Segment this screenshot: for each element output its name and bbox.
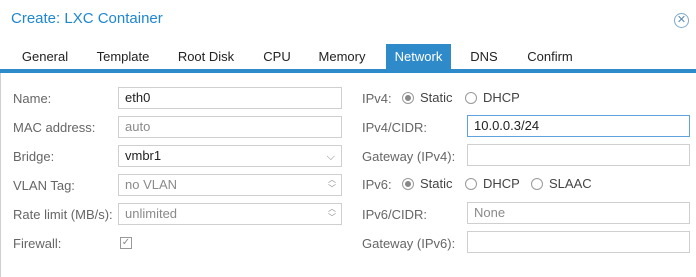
ipv6-slaac-label: SLAAC: [549, 176, 592, 191]
ipv6-static-label: Static: [420, 176, 453, 191]
create-lxc-dialog: Create: LXC Container ✕ General Template…: [0, 0, 696, 277]
chevron-down-icon[interactable]: ⌵: [327, 149, 335, 165]
close-icon[interactable]: ✕: [674, 13, 689, 28]
ipv6-label: IPv6:: [362, 177, 392, 192]
tab-memory[interactable]: Memory: [310, 44, 374, 69]
ipv6-cidr-input[interactable]: None: [467, 202, 690, 224]
vlan-tag-input[interactable]: no VLAN ︿ ﹀: [118, 174, 342, 196]
rate-limit-placeholder: unlimited: [125, 206, 178, 221]
title-bar[interactable]: Create: LXC Container ✕: [0, 0, 696, 38]
name-label: Name:: [13, 91, 52, 106]
ipv4-dhcp-label: DHCP: [483, 90, 520, 105]
ipv6-dhcp-radio[interactable]: [465, 178, 477, 190]
name-input[interactable]: eth0: [118, 87, 342, 109]
gateway-ipv4-label: Gateway (IPv4):: [362, 149, 456, 164]
tab-template[interactable]: Template: [86, 44, 160, 69]
tab-general[interactable]: General: [12, 44, 78, 69]
tab-network[interactable]: Network: [386, 44, 451, 69]
ipv4-dhcp-radio[interactable]: [465, 92, 477, 104]
ipv4-cidr-label: IPv4/CIDR:: [362, 120, 428, 135]
tab-cpu[interactable]: CPU: [252, 44, 302, 69]
firewall-label: Firewall:: [13, 236, 62, 251]
dialog-title: Create: LXC Container: [11, 10, 163, 27]
gateway-ipv4-input[interactable]: [467, 144, 690, 166]
bridge-value: vmbr1: [125, 148, 162, 163]
tab-bar: General Template Root Disk CPU Memory Ne…: [0, 42, 696, 69]
mac-address-input[interactable]: auto: [118, 116, 342, 138]
bridge-label: Bridge:: [13, 149, 55, 164]
vlan-tag-label: VLAN Tag:: [13, 178, 75, 193]
tab-root-disk[interactable]: Root Disk: [168, 44, 244, 69]
ipv4-label: IPv4:: [362, 91, 392, 106]
spinner-icon[interactable]: ︿ ﹀: [328, 204, 336, 222]
gateway-ipv6-label: Gateway (IPv6):: [362, 236, 456, 251]
ipv6-cidr-label: IPv6/CIDR:: [362, 207, 428, 222]
ipv4-static-radio[interactable]: [402, 92, 414, 104]
gateway-ipv6-input[interactable]: [467, 231, 690, 253]
rate-limit-input[interactable]: unlimited ︿ ﹀: [118, 203, 342, 225]
network-panel: Name: eth0 MAC address: auto Bridge: vmb…: [0, 73, 696, 277]
vlan-tag-placeholder: no VLAN: [125, 177, 178, 192]
rate-limit-label: Rate limit (MB/s):: [13, 207, 113, 222]
ipv6-dhcp-label: DHCP: [483, 176, 520, 191]
ipv6-static-radio[interactable]: [402, 178, 414, 190]
ipv4-cidr-input[interactable]: 10.0.0.3/24: [467, 115, 690, 137]
tab-dns[interactable]: DNS: [460, 44, 508, 69]
mac-address-label: MAC address:: [13, 120, 96, 135]
spinner-icon[interactable]: ︿ ﹀: [328, 175, 336, 193]
ipv6-slaac-radio[interactable]: [531, 178, 543, 190]
firewall-checkbox[interactable]: ✓: [120, 237, 132, 249]
tab-confirm[interactable]: Confirm: [516, 44, 584, 69]
bridge-select[interactable]: vmbr1 ⌵: [118, 145, 342, 167]
ipv4-static-label: Static: [420, 90, 453, 105]
